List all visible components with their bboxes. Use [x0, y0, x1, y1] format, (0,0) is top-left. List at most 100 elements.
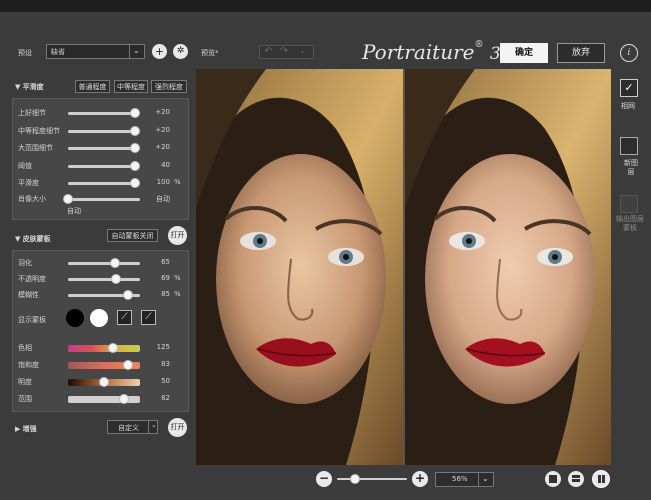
slider-track[interactable]	[68, 345, 140, 352]
zoom-slider-track[interactable]	[337, 478, 407, 480]
triangle-down-icon: ▼	[15, 235, 21, 243]
zoom-out-button[interactable]: −	[316, 471, 332, 487]
select-divider	[129, 45, 130, 58]
select-divider	[148, 421, 149, 433]
slider-label: 上好细节	[18, 109, 46, 117]
zoom-select[interactable]: 56% ⌄	[435, 472, 494, 487]
slider-label: 羽化	[18, 259, 32, 267]
slider-value: 82	[161, 394, 170, 402]
history-dropdown-icon[interactable]: ⌄	[299, 46, 306, 55]
retouched-photo-image	[405, 69, 611, 465]
enhance-preset-value: 自定义	[118, 424, 139, 432]
single-view-icon[interactable]	[545, 471, 561, 487]
enhance-header[interactable]: ▶ 增强	[15, 424, 37, 434]
slider-knob[interactable]	[109, 258, 120, 268]
add-preset-button[interactable]: +	[152, 44, 167, 59]
history-controls: ↶ ↷ ⌄	[259, 45, 314, 59]
slider-knob[interactable]	[99, 377, 109, 387]
single-view-label: 相网	[621, 102, 635, 110]
auto-mask-button[interactable]: 自动蒙板关闭	[107, 229, 158, 242]
slider-label: 阈值	[18, 161, 32, 170]
medium-preset-button[interactable]: 中等程度	[114, 80, 148, 93]
chevron-down-icon: ⌄	[133, 46, 140, 55]
preview-label[interactable]: 预览*	[201, 48, 219, 58]
slider-value: 83	[161, 360, 170, 368]
slider-track[interactable]	[68, 396, 140, 403]
black-mask-swatch[interactable]	[66, 309, 84, 327]
redo-icon[interactable]: ↷	[280, 46, 288, 57]
slider-value: 69	[161, 274, 170, 282]
slider-label: 范围	[18, 395, 32, 403]
slider-knob[interactable]	[129, 143, 140, 153]
slider-value: 65	[161, 258, 170, 266]
chevron-down-icon: ⌄	[151, 421, 157, 429]
undo-icon[interactable]: ↶	[264, 46, 272, 57]
slider-label: 不透明度	[18, 275, 46, 283]
slider-track[interactable]	[68, 278, 140, 281]
new-layer-label: 新图层	[624, 159, 638, 176]
slider-label: 肖像大小	[18, 195, 46, 203]
slider-track[interactable]	[68, 262, 140, 265]
skin-mask-toggle[interactable]: 打开	[168, 226, 187, 245]
enhance-toggle[interactable]: 打开	[168, 418, 187, 437]
slider-value: +20	[155, 125, 170, 134]
slider-knob[interactable]	[122, 290, 133, 300]
slider-knob[interactable]	[129, 125, 140, 136]
select-divider	[478, 473, 479, 486]
slider-knob[interactable]	[122, 360, 133, 370]
zoom-slider-knob[interactable]	[349, 474, 360, 484]
slider-value: 85	[161, 290, 170, 298]
slider-knob[interactable]	[63, 194, 73, 204]
triangle-down-icon: ▼	[15, 83, 21, 91]
gear-icon[interactable]: ✲	[173, 44, 188, 59]
portrait-size-sub: 自动	[67, 207, 81, 215]
preset-select[interactable]: 缺省 ⌄	[46, 44, 145, 59]
smoothing-header[interactable]: ▼ 平滑度	[15, 82, 44, 92]
slider-value: +20	[155, 108, 170, 116]
output-mask-checkbox[interactable]	[620, 195, 638, 213]
retouched-photo[interactable]	[405, 69, 611, 465]
triangle-right-icon: ▶	[15, 425, 21, 433]
window-top-strip	[0, 0, 651, 12]
original-photo-image	[196, 69, 403, 465]
portraiture-logo: Portraiture® 3	[362, 40, 501, 64]
slider-label: 色相	[18, 344, 32, 352]
slider-value: 50	[161, 377, 170, 385]
slider-knob[interactable]	[129, 160, 140, 171]
slider-label: 饱和度	[18, 361, 39, 369]
split-vertical-icon[interactable]	[592, 470, 610, 488]
info-button[interactable]: i	[620, 44, 638, 62]
white-mask-swatch[interactable]	[90, 309, 108, 327]
show-mask-label: 显示蒙板	[18, 316, 46, 324]
eyedropper-plus-icon[interactable]: ⟋	[141, 310, 156, 325]
output-mask-label: 输出图层蒙板	[616, 215, 644, 232]
eyedropper-icon[interactable]: ⟋	[117, 310, 132, 325]
checkmark-icon[interactable]: ✓	[620, 79, 638, 97]
cancel-button[interactable]: 放弃	[557, 43, 605, 63]
chevron-down-icon: ⌄	[482, 474, 489, 483]
normal-preset-button[interactable]: 普通程度	[75, 80, 110, 93]
strong-preset-button[interactable]: 强烈程度	[151, 80, 187, 93]
split-horizontal-icon[interactable]	[568, 471, 584, 487]
slider-label: 明度	[18, 378, 32, 386]
slider-value: 自动	[156, 195, 170, 203]
slider-unit: %	[174, 290, 181, 298]
zoom-in-button[interactable]: +	[412, 471, 428, 487]
slider-unit: %	[174, 274, 181, 282]
slider-knob[interactable]	[129, 178, 140, 188]
slider-label: 平滑度	[18, 179, 39, 187]
zoom-value: 56%	[452, 475, 468, 483]
skin-mask-header[interactable]: ▼ 皮肤蒙板	[15, 234, 51, 244]
new-layer-checkbox[interactable]	[620, 137, 638, 155]
slider-value: 100	[156, 178, 170, 186]
preset-label: 预设	[18, 49, 32, 57]
slider-label: 大范围细节	[18, 144, 53, 152]
slider-label: 模糊性	[18, 291, 39, 299]
enhance-preset-select[interactable]: 自定义 ⌄	[107, 420, 158, 434]
preset-value: 缺省	[51, 48, 65, 56]
slider-knob[interactable]	[129, 108, 140, 118]
original-photo[interactable]	[196, 69, 403, 465]
slider-value: 40	[161, 160, 170, 169]
ok-button[interactable]: 确定	[500, 43, 548, 63]
slider-track[interactable]	[68, 198, 140, 201]
